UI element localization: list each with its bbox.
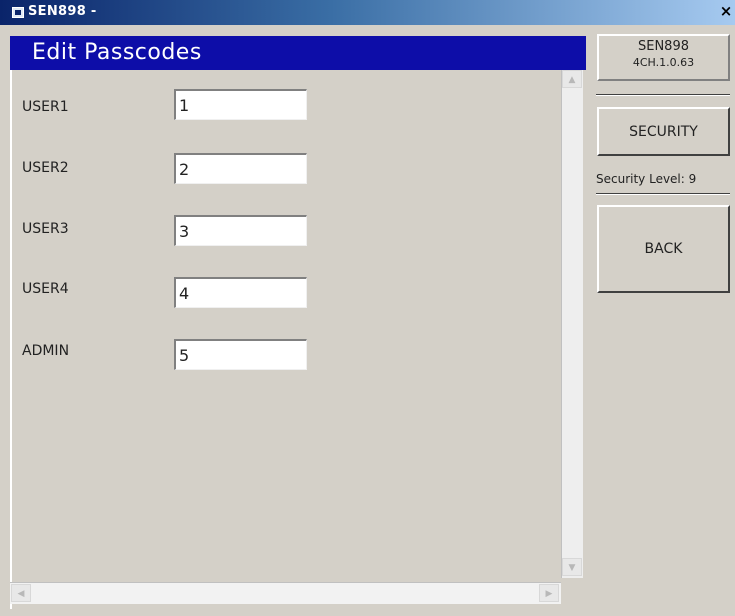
- main-panel: [10, 36, 586, 609]
- user1-passcode-input[interactable]: [174, 89, 307, 120]
- back-button[interactable]: BACK: [597, 205, 730, 293]
- user3-passcode-input[interactable]: [174, 215, 307, 246]
- user4-passcode-input[interactable]: [174, 277, 307, 308]
- app-icon: [12, 7, 24, 18]
- device-name: SEN898: [637, 39, 689, 54]
- device-info-box: SEN898 4CH.1.0.63: [597, 34, 730, 81]
- vertical-scrollbar[interactable]: ▲ ▼: [561, 70, 583, 578]
- close-icon[interactable]: ×: [719, 3, 733, 19]
- field-label-user4: USER4: [22, 281, 69, 297]
- security-level-text: Security Level: 9: [596, 172, 697, 186]
- page-title: Edit Passcodes: [10, 36, 586, 70]
- sidebar-divider: [596, 94, 730, 96]
- field-label-admin: ADMIN: [22, 343, 70, 359]
- user2-passcode-input[interactable]: [174, 153, 307, 184]
- field-label-user2: USER2: [22, 160, 69, 176]
- scroll-up-icon[interactable]: ▲: [562, 70, 582, 88]
- window-titlebar: SEN898 - ×: [0, 0, 735, 25]
- field-label-user3: USER3: [22, 221, 69, 237]
- sidebar-divider: [596, 193, 730, 195]
- horizontal-scrollbar[interactable]: ◀ ▶: [10, 582, 561, 604]
- security-button[interactable]: SECURITY: [597, 107, 730, 156]
- firmware-version: 4CH.1.0.63: [632, 56, 695, 69]
- field-label-user1: USER1: [22, 99, 69, 115]
- scroll-left-icon[interactable]: ◀: [11, 584, 31, 602]
- scroll-right-icon[interactable]: ▶: [539, 584, 559, 602]
- admin-passcode-input[interactable]: [174, 339, 307, 370]
- window-title: SEN898 -: [28, 4, 97, 19]
- scroll-down-icon[interactable]: ▼: [562, 558, 582, 576]
